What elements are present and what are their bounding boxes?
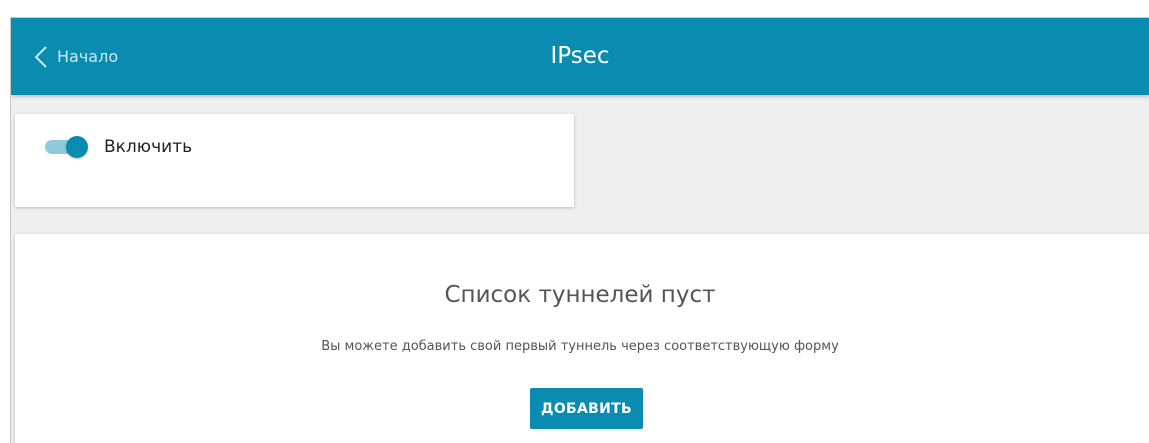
enable-label: Включить — [104, 137, 193, 157]
back-label: Начало — [57, 47, 119, 66]
add-tunnel-button[interactable]: ДОБАВИТЬ — [530, 388, 643, 429]
toggle-switch[interactable] — [45, 134, 89, 160]
chevron-left-icon — [35, 45, 47, 68]
page-header: Начало IPsec — [11, 18, 1149, 95]
tunnel-list-card: Список туннелей пуст Вы можете добавить … — [15, 234, 1149, 443]
empty-list-description: Вы можете добавить свой первый туннель ч… — [321, 339, 839, 354]
empty-list-title: Список туннелей пуст — [444, 282, 716, 308]
enable-toggle[interactable]: Включить — [45, 134, 192, 160]
enable-card: Включить — [15, 114, 574, 207]
back-link[interactable]: Начало — [35, 18, 118, 95]
toggle-thumb — [66, 136, 88, 158]
app-frame: Начало IPsec Включить Список туннелей пу… — [10, 17, 1149, 443]
page-title: IPsec — [550, 43, 610, 69]
